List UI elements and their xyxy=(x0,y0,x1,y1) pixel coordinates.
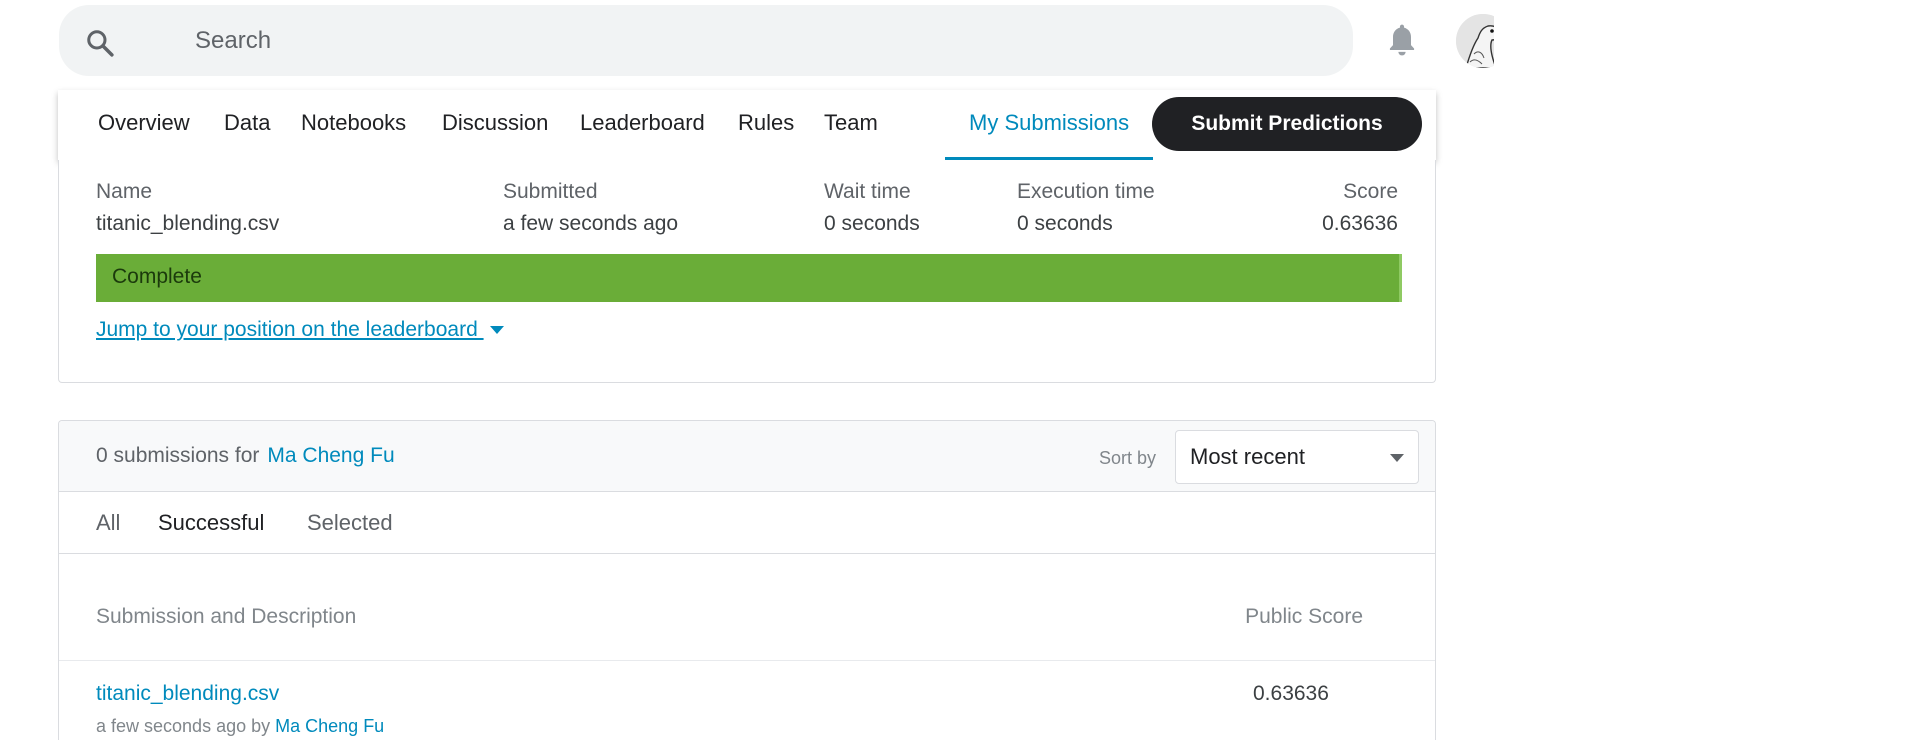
latest-submission-card: Name titanic_blending.csv Submitted a fe… xyxy=(58,160,1436,383)
execution-time-column: Execution time 0 seconds xyxy=(1017,180,1155,236)
execution-time-value: 0 seconds xyxy=(1017,212,1113,235)
dropdown-arrow-icon xyxy=(1390,454,1404,462)
tab-discussion[interactable]: Discussion xyxy=(442,90,548,160)
submission-when: a few seconds ago by xyxy=(96,716,271,736)
tab-data[interactable]: Data xyxy=(224,90,270,160)
bottom-edge xyxy=(0,740,1914,755)
public-score-value: 0.63636 xyxy=(1253,682,1329,705)
submissions-count: 0 submissions for Ma Cheng Fu xyxy=(96,444,395,468)
submissions-header: 0 submissions for Ma Cheng Fu Sort by Mos… xyxy=(59,421,1435,492)
execution-time-header: Execution time xyxy=(1017,180,1155,203)
column-header-description: Submission and Description xyxy=(96,605,357,628)
wait-time-header: Wait time xyxy=(824,180,911,203)
caret-down-icon xyxy=(489,326,504,335)
name-column: Name titanic_blending.csv xyxy=(96,180,279,236)
avatar-clip xyxy=(1494,0,1534,90)
submit-predictions-button[interactable]: Submit Predictions xyxy=(1152,97,1422,151)
filter-selected[interactable]: Selected xyxy=(307,510,393,536)
status-label: Complete xyxy=(112,265,202,288)
tab-notebooks[interactable]: Notebooks xyxy=(301,90,406,160)
sort-select[interactable]: Most recent xyxy=(1175,430,1419,484)
sort-by-label: Sort by xyxy=(1099,448,1157,468)
filter-all[interactable]: All xyxy=(96,510,120,536)
submission-file-link[interactable]: titanic_blending.csv xyxy=(96,682,279,706)
competition-tab-bar: Overview Data Notebooks Discussion Leade… xyxy=(58,90,1436,160)
sort-select-value: Most recent xyxy=(1190,444,1305,469)
submission-user-link[interactable]: Ma Cheng Fu xyxy=(275,716,384,736)
filter-successful[interactable]: Successful xyxy=(158,510,264,536)
tab-my-submissions[interactable]: My Submissions xyxy=(945,90,1154,160)
submission-filters: All Successful Selected xyxy=(59,492,1435,554)
score-header: Score xyxy=(1343,180,1398,203)
tab-leaderboard[interactable]: Leaderboard xyxy=(580,90,705,160)
bell-icon[interactable] xyxy=(1386,22,1418,58)
submissions-card: 0 submissions for Ma Cheng Fu Sort by Mos… xyxy=(58,420,1436,755)
submitted-column: Submitted a few seconds ago xyxy=(503,180,678,236)
jump-link-label: Jump to your position on the leaderboard xyxy=(96,318,484,341)
submitted-header: Submitted xyxy=(503,180,598,203)
user-link[interactable]: Ma Cheng Fu xyxy=(267,444,394,467)
tab-rules[interactable]: Rules xyxy=(738,90,794,160)
jump-to-leaderboard-link[interactable]: Jump to your position on the leaderboard xyxy=(96,318,504,342)
tab-overview[interactable]: Overview xyxy=(98,90,190,160)
status-complete-bar: Complete xyxy=(96,254,1402,302)
search-input[interactable] xyxy=(195,23,1295,59)
search-bar[interactable] xyxy=(59,5,1353,76)
name-value: titanic_blending.csv xyxy=(96,212,280,235)
search-icon xyxy=(87,30,114,57)
score-value: 0.63636 xyxy=(1322,212,1398,235)
score-column: Score 0.63636 xyxy=(1322,180,1398,236)
tab-team[interactable]: Team xyxy=(824,90,878,160)
submitted-value: a few seconds ago xyxy=(503,212,679,235)
submissions-table-header: Submission and Description Public Score xyxy=(59,601,1435,661)
submission-meta: a few seconds ago by Ma Cheng Fu xyxy=(96,716,384,737)
submissions-count-text: 0 submissions for xyxy=(96,444,260,467)
column-header-public-score: Public Score xyxy=(1245,605,1363,628)
wait-time-value: 0 seconds xyxy=(824,212,920,235)
name-header: Name xyxy=(96,180,153,203)
wait-time-column: Wait time 0 seconds xyxy=(824,180,920,236)
